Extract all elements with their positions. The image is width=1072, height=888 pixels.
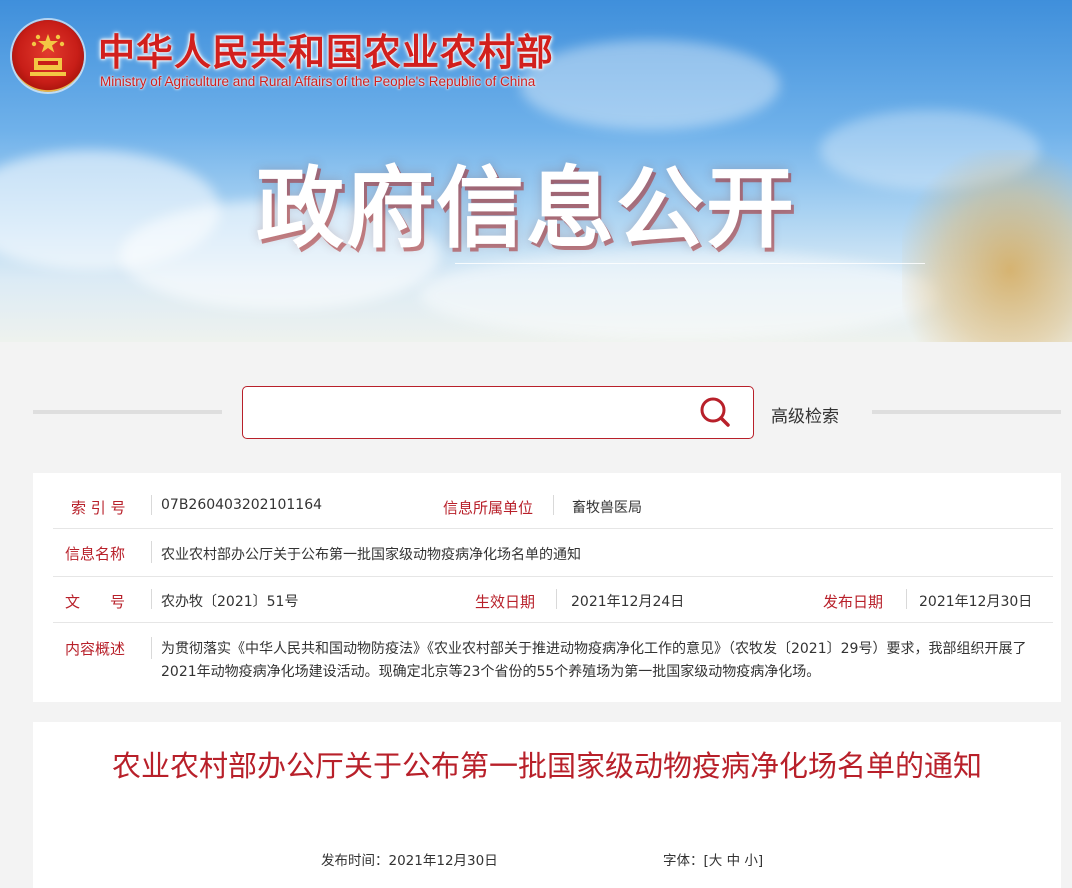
- font-medium-option[interactable]: 中: [727, 853, 741, 869]
- header-banner: 中华人民共和国农业农村部 Ministry of Agriculture and…: [0, 0, 1072, 342]
- article-panel: 农业农村部办公厅关于公布第一批国家级动物疫病净化场名单的通知 发布时间：2021…: [33, 722, 1061, 888]
- column-separator: [906, 589, 907, 609]
- column-separator: [151, 637, 152, 659]
- publish-date-value: 2021年12月30日: [919, 594, 1033, 610]
- section-title: 政府信息公开: [256, 157, 797, 260]
- article-title: 农业农村部办公厅关于公布第一批国家级动物疫病净化场名单的通知: [111, 749, 982, 783]
- banner-divider: [455, 263, 925, 264]
- search-divider-left: [33, 410, 222, 414]
- column-separator: [151, 589, 152, 609]
- unit-label: 信息所属单位: [443, 499, 534, 517]
- search-input[interactable]: [251, 395, 691, 431]
- summary-label: 内容概述: [65, 640, 126, 658]
- name-label: 信息名称: [65, 545, 126, 563]
- font-size-control: 字体：[大 中 小]: [663, 849, 763, 869]
- info-row-name: 信息名称 农业农村部办公厅关于公布第一批国家级动物疫病净化场名单的通知: [53, 529, 1053, 577]
- info-panel: 索 引 号 07B260403202101164 信息所属单位 畜牧兽医局 信息…: [33, 473, 1061, 702]
- banner-cloud: [520, 40, 780, 130]
- unit-value: 畜牧兽医局: [572, 500, 642, 516]
- advanced-search-link[interactable]: 高级检索: [771, 402, 839, 427]
- index-label: 索 引 号: [71, 499, 126, 517]
- effective-date-label: 生效日期: [475, 593, 536, 611]
- column-separator: [151, 495, 152, 515]
- effective-date-value: 2021年12月24日: [571, 594, 685, 610]
- info-row-doc: 文 号 农办牧〔2021〕51号 生效日期 2021年12月24日 发布日期 2…: [53, 577, 1053, 623]
- search-icon[interactable]: [696, 394, 734, 432]
- font-size-label: 字体：[: [663, 853, 709, 869]
- column-separator: [556, 589, 557, 609]
- column-separator: [553, 495, 554, 515]
- search-divider-right: [872, 410, 1061, 414]
- ministry-name-en: Ministry of Agriculture and Rural Affair…: [100, 74, 536, 89]
- publish-date-label: 发布日期: [823, 593, 884, 611]
- index-value: 07B260403202101164: [161, 497, 323, 513]
- ministry-name-cn: 中华人民共和国农业农村部: [98, 30, 554, 74]
- wheat-decoration: [902, 150, 1072, 342]
- search-box: [242, 386, 754, 439]
- name-value: 农业农村部办公厅关于公布第一批国家级动物疫病净化场名单的通知: [161, 547, 581, 563]
- column-separator: [151, 541, 152, 563]
- doc-number-value: 农办牧〔2021〕51号: [161, 594, 299, 610]
- summary-value: 为贯彻落实《中华人民共和国动物防疫法》《农业农村部关于推进动物疫病净化工作的意见…: [161, 641, 1027, 680]
- info-row-index: 索 引 号 07B260403202101164 信息所属单位 畜牧兽医局: [53, 483, 1053, 529]
- doc-number-label: 文 号: [65, 593, 126, 611]
- national-emblem-icon: [12, 20, 84, 92]
- font-size-close: ]: [757, 853, 764, 869]
- publish-time: 发布时间：2021年12月30日: [321, 853, 498, 869]
- font-small-option[interactable]: 小: [744, 853, 758, 869]
- font-large-option[interactable]: 大: [709, 853, 723, 869]
